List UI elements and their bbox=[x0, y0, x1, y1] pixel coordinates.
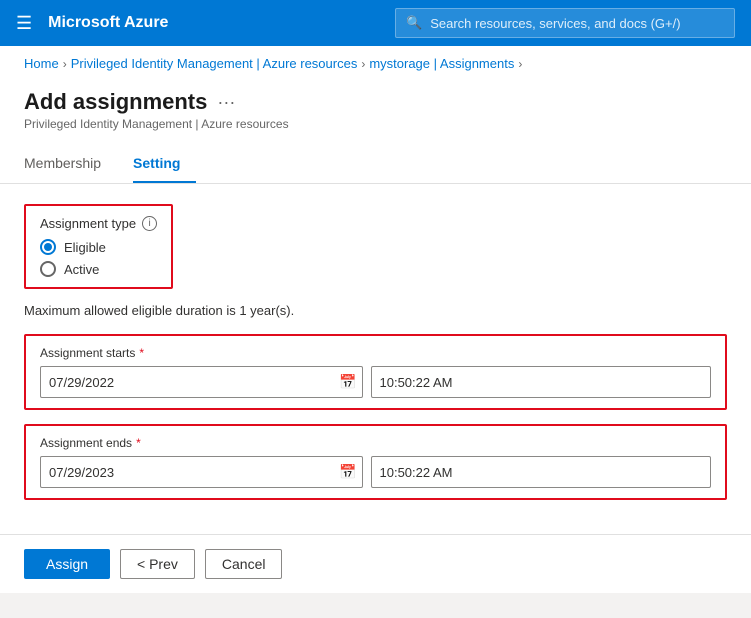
tab-membership[interactable]: Membership bbox=[24, 147, 117, 183]
starts-date-input[interactable] bbox=[40, 366, 363, 398]
ends-required-star: * bbox=[136, 436, 141, 450]
page-header: Add assignments ··· Privileged Identity … bbox=[0, 77, 751, 131]
assignment-starts-label: Assignment starts * bbox=[40, 346, 711, 360]
radio-active-input[interactable] bbox=[40, 261, 56, 277]
radio-active[interactable]: Active bbox=[40, 261, 157, 277]
radio-eligible-label: Eligible bbox=[64, 240, 106, 255]
top-nav: ☰ Microsoft Azure 🔍 Search resources, se… bbox=[0, 0, 751, 46]
breadcrumb-pim[interactable]: Privileged Identity Management | Azure r… bbox=[71, 56, 358, 71]
search-bar[interactable]: 🔍 Search resources, services, and docs (… bbox=[395, 8, 735, 38]
breadcrumb-mystorage[interactable]: mystorage | Assignments bbox=[369, 56, 514, 71]
starts-required-star: * bbox=[139, 346, 144, 360]
search-icon: 🔍 bbox=[406, 15, 422, 31]
assignment-type-info-icon[interactable]: i bbox=[142, 216, 157, 231]
radio-active-label: Active bbox=[64, 262, 99, 277]
brand-name: Microsoft Azure bbox=[48, 14, 379, 32]
breadcrumb-home[interactable]: Home bbox=[24, 56, 59, 71]
assignment-type-box: Assignment type i Eligible Active bbox=[24, 204, 173, 289]
starts-date-wrapper: 📅 bbox=[40, 366, 363, 398]
more-options-icon[interactable]: ··· bbox=[217, 92, 235, 113]
form-content: Assignment type i Eligible Active Maximu… bbox=[0, 184, 751, 534]
tab-setting[interactable]: Setting bbox=[133, 147, 196, 183]
prev-button[interactable]: < Prev bbox=[120, 549, 195, 579]
breadcrumb-sep-3: › bbox=[518, 57, 522, 71]
starts-time-input[interactable] bbox=[371, 366, 712, 398]
search-placeholder: Search resources, services, and docs (G+… bbox=[430, 16, 680, 31]
assignment-starts-row: 📅 bbox=[40, 366, 711, 398]
ends-date-input[interactable] bbox=[40, 456, 363, 488]
radio-eligible-input[interactable] bbox=[40, 239, 56, 255]
breadcrumb-sep-2: › bbox=[361, 57, 365, 71]
footer: Assign < Prev Cancel bbox=[0, 534, 751, 593]
radio-eligible[interactable]: Eligible bbox=[40, 239, 157, 255]
tabs-container: Membership Setting bbox=[0, 147, 751, 184]
hamburger-icon[interactable]: ☰ bbox=[16, 13, 32, 34]
ends-time-input[interactable] bbox=[371, 456, 712, 488]
assignment-ends-group: Assignment ends * 📅 bbox=[24, 424, 727, 500]
assignment-ends-row: 📅 bbox=[40, 456, 711, 488]
breadcrumb: Home › Privileged Identity Management | … bbox=[0, 46, 751, 77]
assign-button[interactable]: Assign bbox=[24, 549, 110, 579]
assignment-starts-group: Assignment starts * 📅 bbox=[24, 334, 727, 410]
assignment-ends-label: Assignment ends * bbox=[40, 436, 711, 450]
main-content: Home › Privileged Identity Management | … bbox=[0, 46, 751, 593]
page-title: Add assignments bbox=[24, 89, 207, 115]
breadcrumb-sep-1: › bbox=[63, 57, 67, 71]
page-subtitle: Privileged Identity Management | Azure r… bbox=[24, 117, 727, 131]
starts-calendar-icon[interactable]: 📅 bbox=[339, 374, 356, 391]
ends-date-wrapper: 📅 bbox=[40, 456, 363, 488]
ends-calendar-icon[interactable]: 📅 bbox=[339, 464, 356, 481]
assignment-type-label: Assignment type i bbox=[40, 216, 157, 231]
eligible-duration-info: Maximum allowed eligible duration is 1 y… bbox=[24, 303, 727, 318]
cancel-button[interactable]: Cancel bbox=[205, 549, 283, 579]
